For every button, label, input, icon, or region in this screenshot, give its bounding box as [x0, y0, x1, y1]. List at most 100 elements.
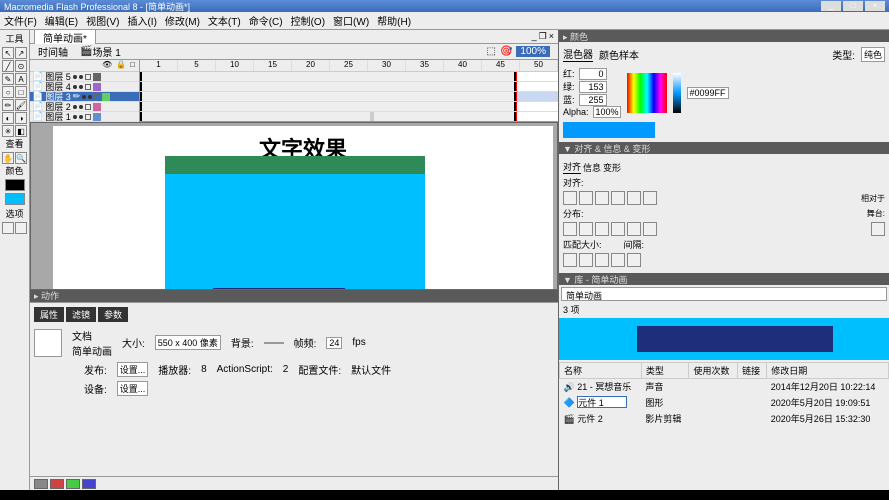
menu-command[interactable]: 命令(C): [249, 13, 283, 28]
match-wh[interactable]: [595, 253, 609, 267]
green-input[interactable]: 153: [579, 81, 607, 93]
lib-item-sound[interactable]: 🔊 21 - 冥想音乐 声音 2014年12月20日 10:22:14: [560, 379, 889, 395]
dist-2[interactable]: [579, 222, 593, 236]
color-picker[interactable]: [627, 73, 667, 113]
swatch-3[interactable]: [66, 479, 80, 489]
match-h[interactable]: [579, 253, 593, 267]
selection-tool[interactable]: ↖: [2, 47, 14, 59]
menu-help[interactable]: 帮助(H): [377, 13, 411, 28]
track-5[interactable]: [140, 72, 558, 82]
menu-text[interactable]: 文本(T): [208, 13, 241, 28]
pencil-tool[interactable]: ✏: [2, 99, 14, 111]
align-top[interactable]: [611, 191, 625, 205]
alpha-input[interactable]: 100%: [593, 106, 621, 118]
menu-window[interactable]: 窗口(W): [333, 13, 369, 28]
brightness-slider[interactable]: [673, 73, 681, 113]
track-1[interactable]: [140, 112, 558, 121]
frame-ruler[interactable]: 15101520253035404550: [140, 60, 558, 72]
dist-4[interactable]: [611, 222, 625, 236]
to-stage[interactable]: [871, 222, 885, 236]
align-panel-header[interactable]: ▼ 对齐 & 信息 & 变形: [559, 142, 889, 154]
track-2[interactable]: [140, 102, 558, 112]
transform-tab[interactable]: 变形: [603, 161, 621, 174]
stage-area[interactable]: 文字效果: [30, 122, 558, 290]
option-2[interactable]: [15, 222, 27, 234]
fill-swatch[interactable]: [5, 193, 25, 205]
library-panel-header[interactable]: ▼ 库 - 简单动画: [559, 273, 889, 285]
tab-properties[interactable]: 属性: [34, 307, 64, 322]
option-1[interactable]: [2, 222, 14, 234]
align-vcenter[interactable]: [627, 191, 641, 205]
canvas[interactable]: 文字效果: [53, 126, 553, 290]
align-bottom[interactable]: [643, 191, 657, 205]
track-4[interactable]: [140, 82, 558, 92]
match-w[interactable]: [563, 253, 577, 267]
col-link[interactable]: 链接: [738, 363, 767, 379]
menu-insert[interactable]: 插入(I): [127, 13, 156, 28]
col-date[interactable]: 修改日期: [767, 363, 889, 379]
timeline-tab[interactable]: 时间轴: [38, 44, 68, 59]
ink-tool[interactable]: ◐: [2, 112, 14, 124]
menu-control[interactable]: 控制(O): [291, 13, 325, 28]
dist-6[interactable]: [643, 222, 657, 236]
col-type[interactable]: 类型: [641, 363, 689, 379]
pen-tool[interactable]: ✎: [2, 73, 14, 85]
menu-file[interactable]: 文件(F): [4, 13, 37, 28]
subselect-tool[interactable]: ↗: [15, 47, 27, 59]
dist-1[interactable]: [563, 222, 577, 236]
layer-1[interactable]: 📄图层 1: [30, 112, 139, 122]
rect-tool[interactable]: □: [15, 86, 27, 98]
tab-params[interactable]: 参数: [98, 307, 128, 322]
eraser-tool[interactable]: ◧: [15, 125, 27, 137]
actions-header[interactable]: ▸ 动作: [30, 290, 558, 302]
align-tab[interactable]: 对齐: [563, 160, 581, 174]
swatch-2[interactable]: [50, 479, 64, 489]
outline-icon[interactable]: □: [130, 60, 135, 71]
red-input[interactable]: 0: [579, 68, 607, 80]
doc-close-icon[interactable]: ×: [549, 31, 554, 42]
doc-restore-icon[interactable]: ❐: [539, 31, 547, 42]
col-use[interactable]: 使用次数: [689, 363, 738, 379]
pub-settings[interactable]: 设置...: [117, 362, 149, 377]
brush-tool[interactable]: 🖌: [15, 99, 27, 111]
doc-minimize-icon[interactable]: _: [532, 31, 537, 42]
maximize-button[interactable]: □: [843, 1, 863, 11]
edit-scene-icon[interactable]: ⬚: [487, 46, 496, 57]
hand-tool[interactable]: ✋: [2, 152, 14, 164]
text-tool[interactable]: A: [15, 73, 27, 85]
mixer-tab[interactable]: 混色器: [563, 46, 593, 62]
menu-edit[interactable]: 编辑(E): [45, 13, 78, 28]
zoom-tool[interactable]: 🔍: [15, 152, 27, 164]
menu-view[interactable]: 视图(V): [86, 13, 119, 28]
swatches-tab[interactable]: 颜色样本: [599, 47, 639, 62]
align-right[interactable]: [595, 191, 609, 205]
tab-filters[interactable]: 滤镜: [66, 307, 96, 322]
fps-value[interactable]: 24: [326, 337, 342, 349]
info-tab[interactable]: 信息: [583, 161, 601, 174]
color-panel-header[interactable]: ▸ 颜色: [559, 30, 889, 42]
lib-item-symbol1[interactable]: 🔷 图形 2020年5月20日 19:09:51: [560, 395, 889, 411]
scene-name[interactable]: 场景 1: [92, 44, 120, 59]
stage-navy-box[interactable]: [213, 288, 345, 290]
space-h[interactable]: [611, 253, 625, 267]
track-3[interactable]: [140, 92, 558, 102]
hex-input[interactable]: #0099FF: [687, 87, 729, 99]
doc-tab-active[interactable]: 简单动画*: [34, 29, 96, 45]
stage-cyan-rect[interactable]: [165, 156, 425, 290]
bg-swatch[interactable]: [264, 342, 284, 344]
swatch-1[interactable]: [34, 479, 48, 489]
align-hcenter[interactable]: [579, 191, 593, 205]
minimize-button[interactable]: _: [821, 1, 841, 11]
dist-3[interactable]: [595, 222, 609, 236]
oval-tool[interactable]: ○: [2, 86, 14, 98]
size-value[interactable]: 550 x 400 像素: [155, 335, 221, 350]
lasso-tool[interactable]: ⊙: [15, 60, 27, 72]
dropper-tool[interactable]: ✳: [2, 125, 14, 137]
bucket-tool[interactable]: ◑: [15, 112, 27, 124]
vis-icon[interactable]: 👁: [102, 60, 112, 71]
edit-symbol-icon[interactable]: 🎯: [500, 46, 512, 57]
col-name[interactable]: 名称: [560, 363, 642, 379]
space-v[interactable]: [627, 253, 641, 267]
swatch-4[interactable]: [82, 479, 96, 489]
close-button[interactable]: ×: [865, 1, 885, 11]
